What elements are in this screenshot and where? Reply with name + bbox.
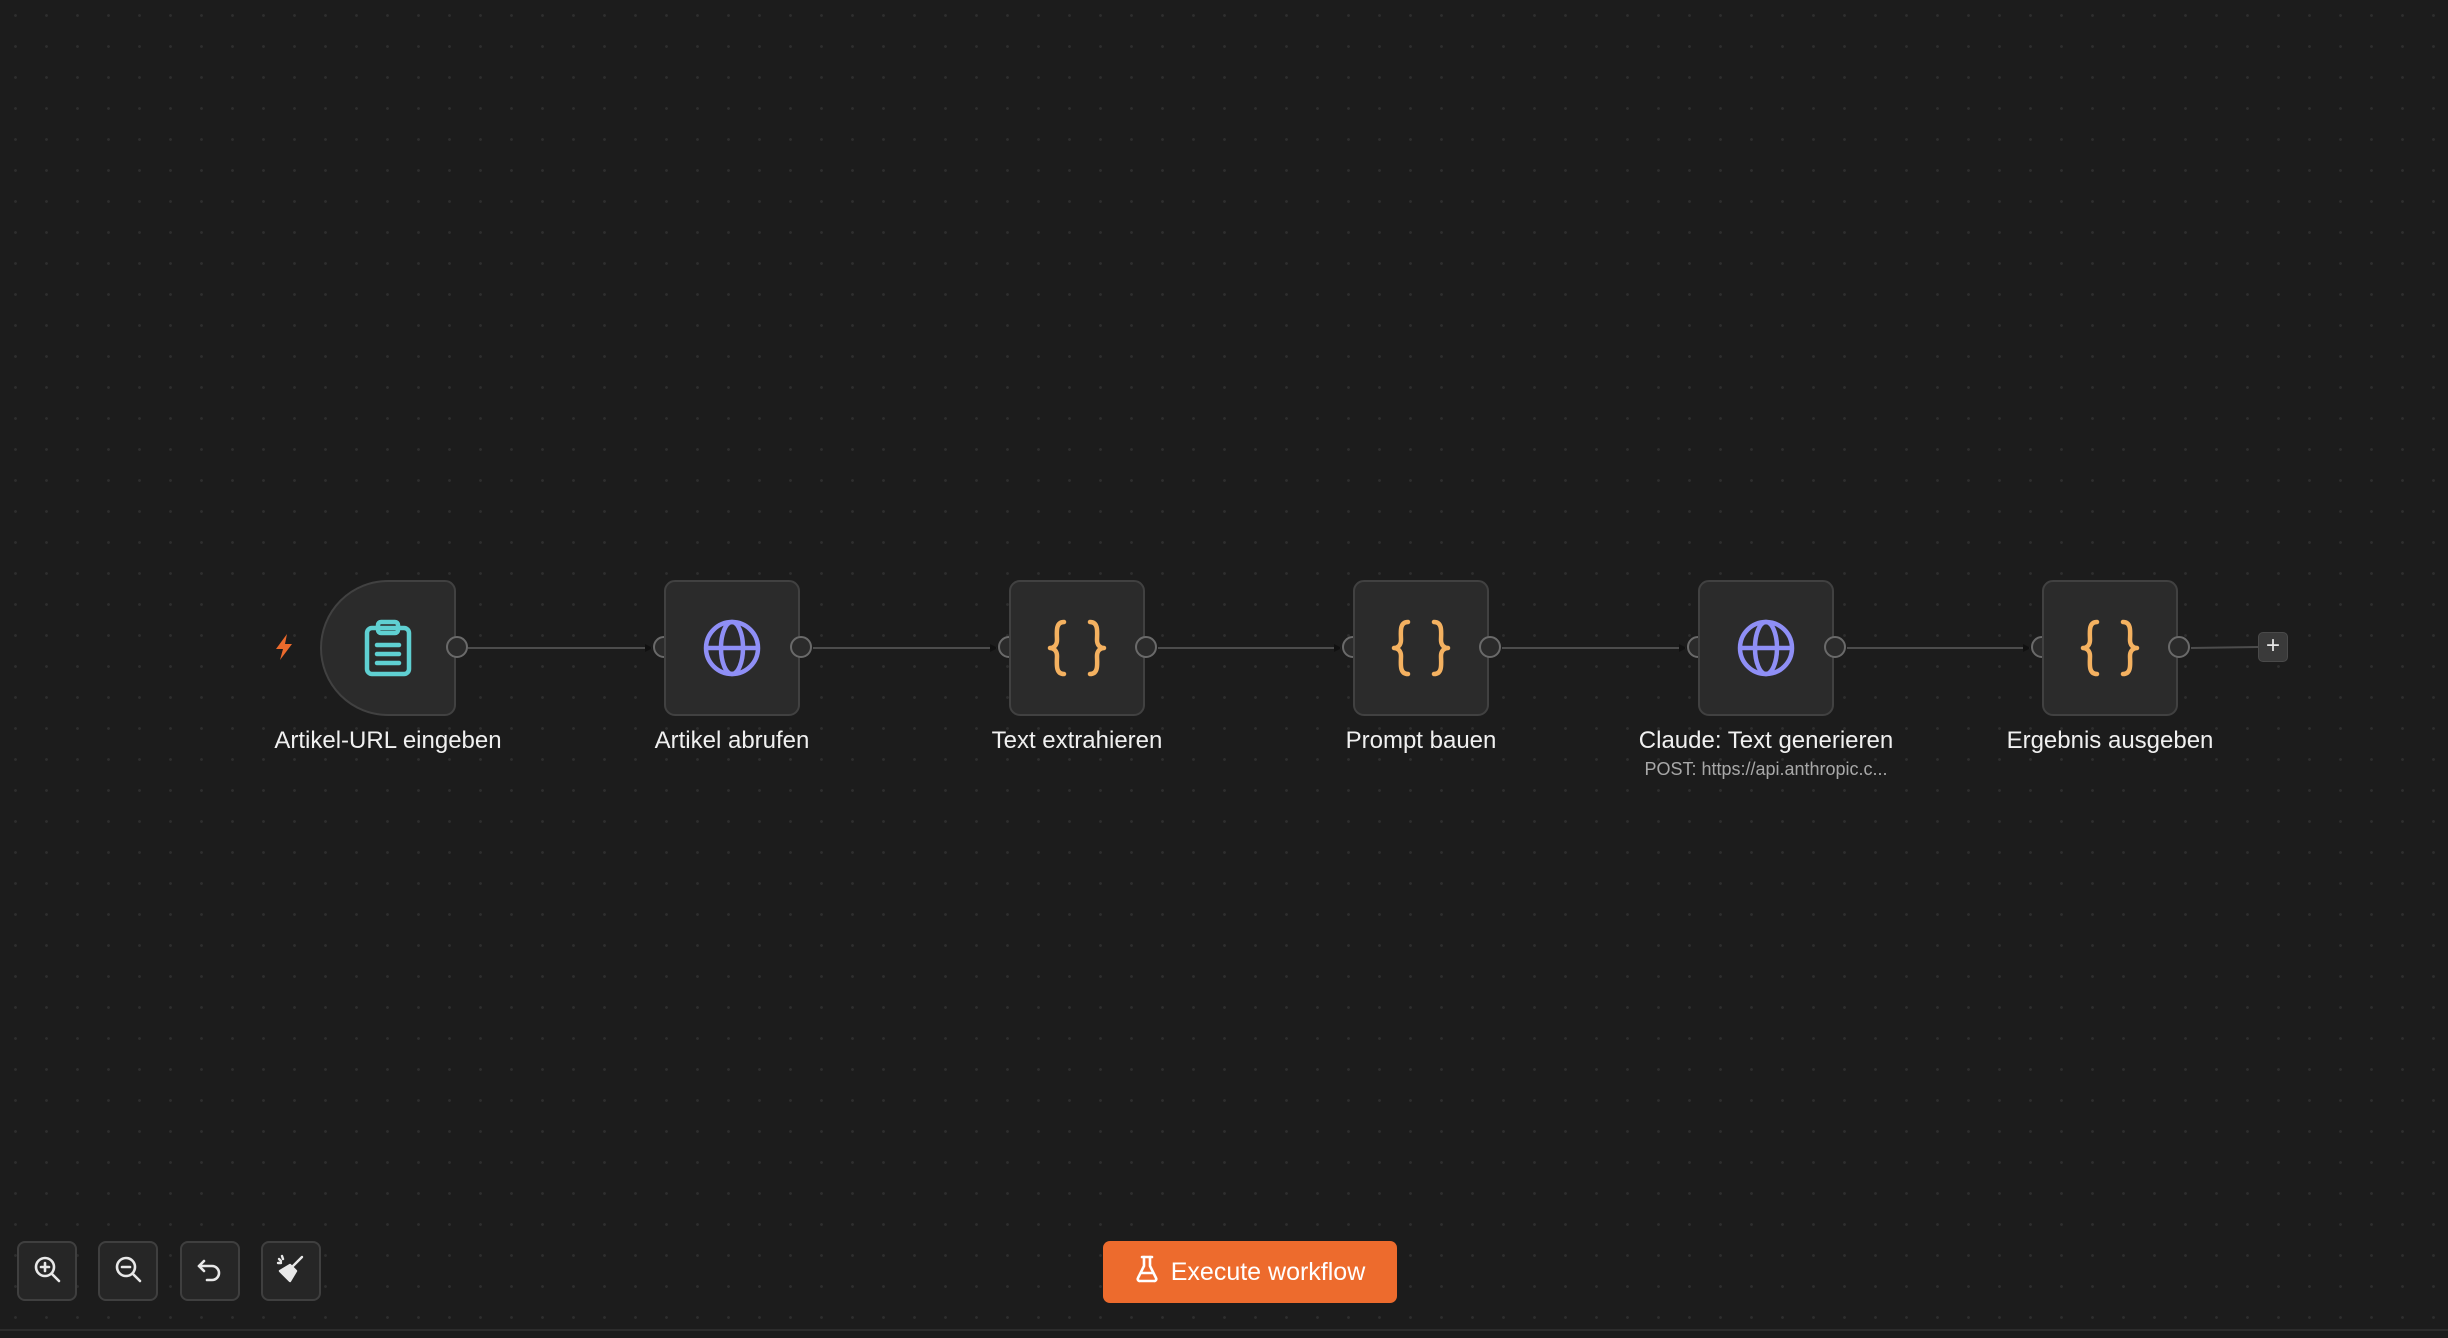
- bottom-divider: [0, 1329, 2448, 1331]
- lightning-bolt-icon: [272, 633, 296, 666]
- node-label: Claude: Text generieren: [1638, 727, 1894, 754]
- globe-icon: [1736, 618, 1796, 678]
- node-label: Prompt bauen: [1345, 727, 1497, 754]
- output-handle[interactable]: [446, 636, 468, 658]
- zoom-out-button[interactable]: [98, 1241, 158, 1301]
- node-artikel-url-eingeben[interactable]: [320, 580, 456, 716]
- node-label: Ergebnis ausgeben: [2006, 727, 2214, 754]
- node-label: Text extrahieren: [991, 727, 1163, 754]
- node-sublabel: POST: https://api.anthropic.c...: [1644, 759, 1888, 779]
- node-artikel-abrufen[interactable]: [664, 580, 800, 716]
- flask-icon: [1135, 1255, 1159, 1290]
- undo-icon: [195, 1254, 225, 1289]
- zoom-in-button[interactable]: [17, 1241, 77, 1301]
- node-ergebnis-ausgeben[interactable]: [2042, 580, 2178, 716]
- zoom-out-icon: [113, 1254, 143, 1289]
- add-node-connector: [2190, 646, 2259, 649]
- braces-icon: [1390, 619, 1452, 677]
- workflow-canvas[interactable]: Artikel-URL eingeben Artikel abrufen Tex…: [0, 0, 2448, 1338]
- output-handle[interactable]: [2168, 636, 2190, 658]
- node-text-extrahieren[interactable]: [1009, 580, 1145, 716]
- tidy-up-button[interactable]: [261, 1241, 321, 1301]
- braces-icon: [1046, 619, 1108, 677]
- node-label: Artikel abrufen: [654, 727, 810, 754]
- add-node-button[interactable]: +: [2258, 632, 2288, 662]
- node-claude-text-generieren[interactable]: [1698, 580, 1834, 716]
- output-handle[interactable]: [1135, 636, 1157, 658]
- execute-workflow-label: Execute workflow: [1170, 1257, 1366, 1286]
- broom-icon: [275, 1253, 307, 1290]
- output-handle[interactable]: [790, 636, 812, 658]
- clipboard-icon: [361, 619, 415, 677]
- output-handle[interactable]: [1824, 636, 1846, 658]
- reset-zoom-button[interactable]: [180, 1241, 240, 1301]
- node-label: Artikel-URL eingeben: [274, 727, 502, 754]
- braces-icon: [2079, 619, 2141, 677]
- execute-workflow-button[interactable]: Execute workflow: [1103, 1241, 1397, 1303]
- globe-icon: [702, 618, 762, 678]
- zoom-in-icon: [32, 1254, 62, 1289]
- output-handle[interactable]: [1479, 636, 1501, 658]
- node-prompt-bauen[interactable]: [1353, 580, 1489, 716]
